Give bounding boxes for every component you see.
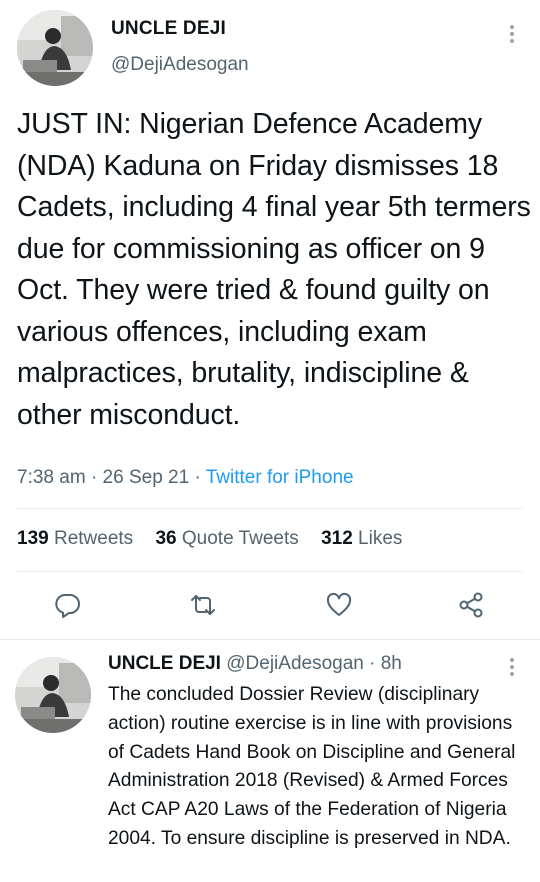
share-button[interactable] bbox=[456, 590, 486, 620]
tweet-time: 7:38 am bbox=[17, 467, 86, 488]
avatar[interactable] bbox=[15, 657, 91, 733]
author-name[interactable]: UNCLE DEJI bbox=[108, 653, 221, 674]
likes-stat[interactable]: 312 Likes bbox=[321, 528, 402, 549]
heart-icon bbox=[326, 592, 352, 616]
retweet-icon bbox=[191, 595, 215, 615]
main-tweet: UNCLE DEJI @DejiAdesogan JUST IN: Nigeri… bbox=[0, 0, 540, 640]
more-vertical-icon[interactable] bbox=[510, 25, 516, 46]
tweet-actions bbox=[0, 590, 540, 622]
quote-tweets-stat[interactable]: 36 Quote Tweets bbox=[155, 528, 298, 549]
avatar-image bbox=[15, 657, 91, 733]
avatar-image bbox=[17, 10, 93, 86]
quotes-label: Quote Tweets bbox=[181, 528, 299, 549]
author-name[interactable]: UNCLE DEJI bbox=[111, 18, 226, 40]
reply-header: UNCLE DEJI @DejiAdesogan · 8h bbox=[108, 653, 402, 675]
retweets-stat[interactable]: 139 Retweets bbox=[17, 528, 133, 549]
divider bbox=[17, 571, 523, 572]
tweet-source-link[interactable]: Twitter for iPhone bbox=[206, 467, 354, 488]
tweet-separator bbox=[0, 639, 540, 640]
reply-button[interactable] bbox=[52, 590, 82, 620]
meta-dot: · bbox=[369, 653, 376, 674]
engagement-stats: 139 Retweets 36 Quote Tweets 312 Likes bbox=[17, 528, 402, 550]
author-handle[interactable]: @DejiAdesogan bbox=[226, 653, 364, 674]
quotes-count: 36 bbox=[155, 528, 177, 549]
divider bbox=[17, 508, 523, 509]
reply-icon bbox=[55, 594, 80, 618]
retweets-count: 139 bbox=[17, 528, 49, 549]
meta-dot: · bbox=[90, 467, 103, 488]
likes-label: Likes bbox=[358, 528, 403, 549]
author-handle[interactable]: @DejiAdesogan bbox=[111, 54, 249, 76]
likes-count: 312 bbox=[321, 528, 353, 549]
tweet-meta: 7:38 am · 26 Sep 21 · Twitter for iPhone bbox=[17, 467, 354, 489]
retweets-label: Retweets bbox=[53, 528, 134, 549]
tweet-text: JUST IN: Nigerian Defence Academy (NDA) … bbox=[17, 108, 531, 431]
tweet-age: 8h bbox=[380, 653, 402, 674]
more-vertical-icon[interactable] bbox=[510, 658, 516, 679]
avatar[interactable] bbox=[17, 10, 93, 86]
meta-dot: · bbox=[194, 467, 206, 488]
retweet-button[interactable] bbox=[188, 590, 218, 620]
tweet-date: 26 Sep 21 bbox=[102, 467, 190, 488]
reply-text: The concluded Dossier Review (disciplina… bbox=[108, 684, 516, 849]
like-button[interactable] bbox=[324, 590, 354, 620]
share-icon bbox=[459, 592, 483, 618]
